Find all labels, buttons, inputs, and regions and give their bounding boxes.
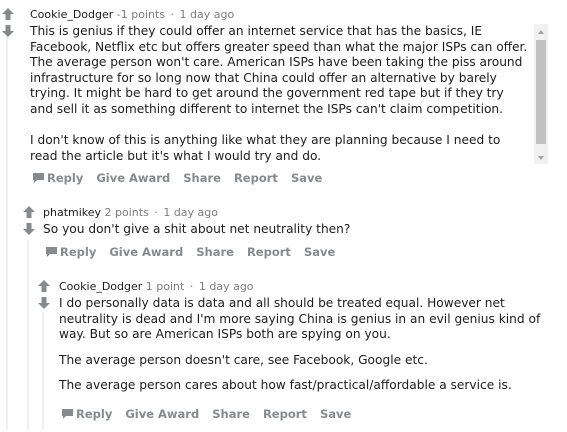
- comment-actions: Reply Give Award Share Report Save: [62, 406, 360, 422]
- give-award-button[interactable]: Give Award: [96, 170, 170, 186]
- downvote-arrow-icon[interactable]: [1, 25, 15, 37]
- comment-body: So you don't give a shit about net neutr…: [43, 222, 533, 238]
- comment-actions: Reply Give Award Share Report Save: [33, 170, 331, 186]
- comment-paragraph: The average person cares about how fast/…: [59, 378, 512, 392]
- share-button[interactable]: Share: [183, 170, 221, 186]
- thread-line[interactable]: [6, 30, 8, 430]
- comment-paragraph: This is genius if they could offer an in…: [30, 24, 528, 116]
- points-count: -1 points: [116, 8, 166, 21]
- upvote-arrow-icon[interactable]: [1, 8, 15, 20]
- comment-time[interactable]: 1 day ago: [163, 206, 218, 219]
- comment-body: I do personally data is data and all sho…: [59, 296, 545, 394]
- save-button[interactable]: Save: [291, 170, 322, 186]
- reply-label: Reply: [60, 245, 97, 259]
- comment-meta: Cookie_Dodger -1 points · 1 day ago: [30, 8, 234, 22]
- scroll-up-button[interactable]: [534, 24, 548, 38]
- thread-line[interactable]: [27, 240, 29, 430]
- reply-button[interactable]: Reply: [33, 170, 83, 186]
- chevron-down-icon: [538, 156, 544, 160]
- save-button[interactable]: Save: [320, 406, 351, 422]
- points-count: 1 point: [145, 280, 185, 293]
- comment-paragraph: I do personally data is data and all sho…: [59, 296, 541, 341]
- comment-scrollbar[interactable]: [534, 24, 548, 164]
- reply-button[interactable]: Reply: [46, 244, 96, 260]
- author-name[interactable]: phatmikey: [43, 206, 101, 219]
- downvote-arrow-icon[interactable]: [37, 297, 51, 309]
- comment-paragraph: The average person doesn't care, see Fac…: [59, 352, 428, 367]
- author-name[interactable]: Cookie_Dodger: [59, 280, 142, 293]
- report-button[interactable]: Report: [234, 170, 278, 186]
- thread-line[interactable]: [42, 312, 44, 430]
- points-count: 2 points: [104, 206, 149, 219]
- upvote-arrow-icon[interactable]: [22, 206, 36, 218]
- separator-dot: ·: [154, 206, 158, 219]
- downvote-arrow-icon[interactable]: [22, 223, 36, 235]
- share-button[interactable]: Share: [196, 244, 234, 260]
- reply-label: Reply: [47, 171, 84, 185]
- share-button[interactable]: Share: [212, 406, 250, 422]
- scroll-thumb[interactable]: [536, 40, 546, 144]
- comment-time[interactable]: 1 day ago: [199, 280, 254, 293]
- comment-time[interactable]: 1 day ago: [180, 8, 235, 21]
- report-button[interactable]: Report: [263, 406, 307, 422]
- comment-paragraph: So you don't give a shit about net neutr…: [43, 222, 351, 236]
- comment-paragraph: I don't know of this is anything like wh…: [30, 133, 501, 163]
- scroll-down-button[interactable]: [534, 150, 548, 164]
- author-name[interactable]: Cookie_Dodger: [30, 8, 113, 21]
- save-button[interactable]: Save: [304, 244, 335, 260]
- separator-dot: ·: [189, 280, 194, 293]
- comment-meta: phatmikey 2 points · 1 day ago: [43, 206, 218, 220]
- comment-meta: Cookie_Dodger 1 point · 1 day ago: [59, 280, 254, 294]
- separator-dot: ·: [170, 8, 175, 21]
- upvote-arrow-icon[interactable]: [37, 280, 51, 292]
- chevron-up-icon: [538, 30, 544, 34]
- speech-bubble-icon: [62, 409, 73, 419]
- speech-bubble-icon: [46, 247, 57, 257]
- give-award-button[interactable]: Give Award: [109, 244, 183, 260]
- comment-body: This is genius if they could offer an in…: [30, 24, 530, 164]
- report-button[interactable]: Report: [247, 244, 291, 260]
- give-award-button[interactable]: Give Award: [125, 406, 199, 422]
- reply-button[interactable]: Reply: [62, 406, 112, 422]
- comment-actions: Reply Give Award Share Report Save: [46, 244, 344, 260]
- reply-label: Reply: [76, 407, 113, 421]
- speech-bubble-icon: [33, 173, 44, 183]
